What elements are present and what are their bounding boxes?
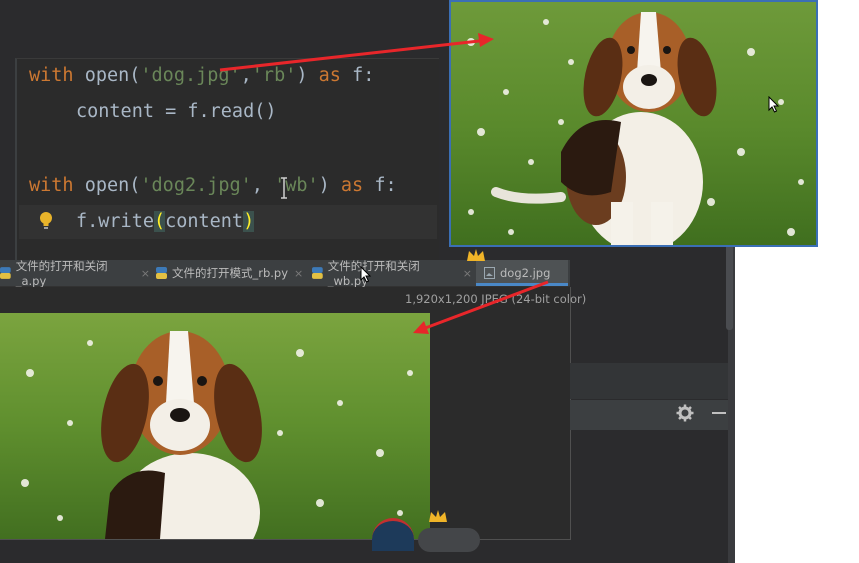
active-tab-indicator [476, 283, 568, 286]
text-cursor-icon [281, 177, 287, 199]
tool-window-strip [570, 363, 728, 399]
tab-label: 文件的打开和关闭_wb.py [327, 259, 420, 288]
gear-icon[interactable] [676, 404, 694, 422]
image-info: 1,920x1,200 JPEG (24-bit color) [405, 292, 587, 306]
python-file-icon [156, 267, 167, 279]
close-icon[interactable]: × [141, 267, 150, 280]
dog-photo [0, 313, 430, 539]
crown-icon [429, 510, 447, 522]
dog-photo [451, 2, 816, 245]
code-line-4: f.write(content) [76, 211, 255, 232]
python-file-icon [312, 267, 323, 279]
image-file-icon [484, 267, 495, 279]
code-editor[interactable]: with open('dog.jpg','rb') as f: content … [15, 58, 439, 264]
close-icon[interactable]: × [294, 267, 303, 280]
lightbulb-icon[interactable] [39, 211, 53, 231]
tab-dog2-jpg[interactable]: dog2.jpg [476, 260, 568, 286]
dog-image-copy [0, 313, 430, 539]
code-line-3: with open('dog2.jpg', 'wb') as f: [29, 175, 397, 196]
tab-file-a[interactable]: 文件的打开和关闭_a.py × [0, 259, 150, 288]
code-line-2: content = f.read() [76, 101, 277, 122]
close-icon[interactable]: × [463, 267, 472, 280]
crown-icon [467, 249, 485, 261]
editor-tab-bar: 文件的打开和关闭_a.py × 文件的打开模式_rb.py × 文件的打开和关闭… [0, 259, 570, 288]
code-line-1: with open('dog.jpg','rb') as f: [29, 65, 375, 86]
tab-file-wb[interactable]: 文件的打开和关闭_wb.py × [312, 259, 472, 288]
tool-window-header [570, 400, 728, 430]
minimize-icon[interactable] [712, 412, 726, 414]
arrow-cursor-icon [768, 96, 780, 113]
tab-label: dog2.jpg [500, 266, 551, 280]
scrollbar-thumb[interactable] [726, 240, 733, 330]
dog-image-original [449, 0, 818, 247]
overlay-pill [418, 528, 480, 552]
python-file-icon [0, 267, 11, 279]
arrow-cursor-icon [360, 266, 372, 283]
tab-file-rb[interactable]: 文件的打开模式_rb.py × [156, 260, 306, 286]
tab-label: 文件的打开和关闭_a.py [15, 259, 108, 288]
tab-label: 文件的打开模式_rb.py [172, 266, 289, 280]
